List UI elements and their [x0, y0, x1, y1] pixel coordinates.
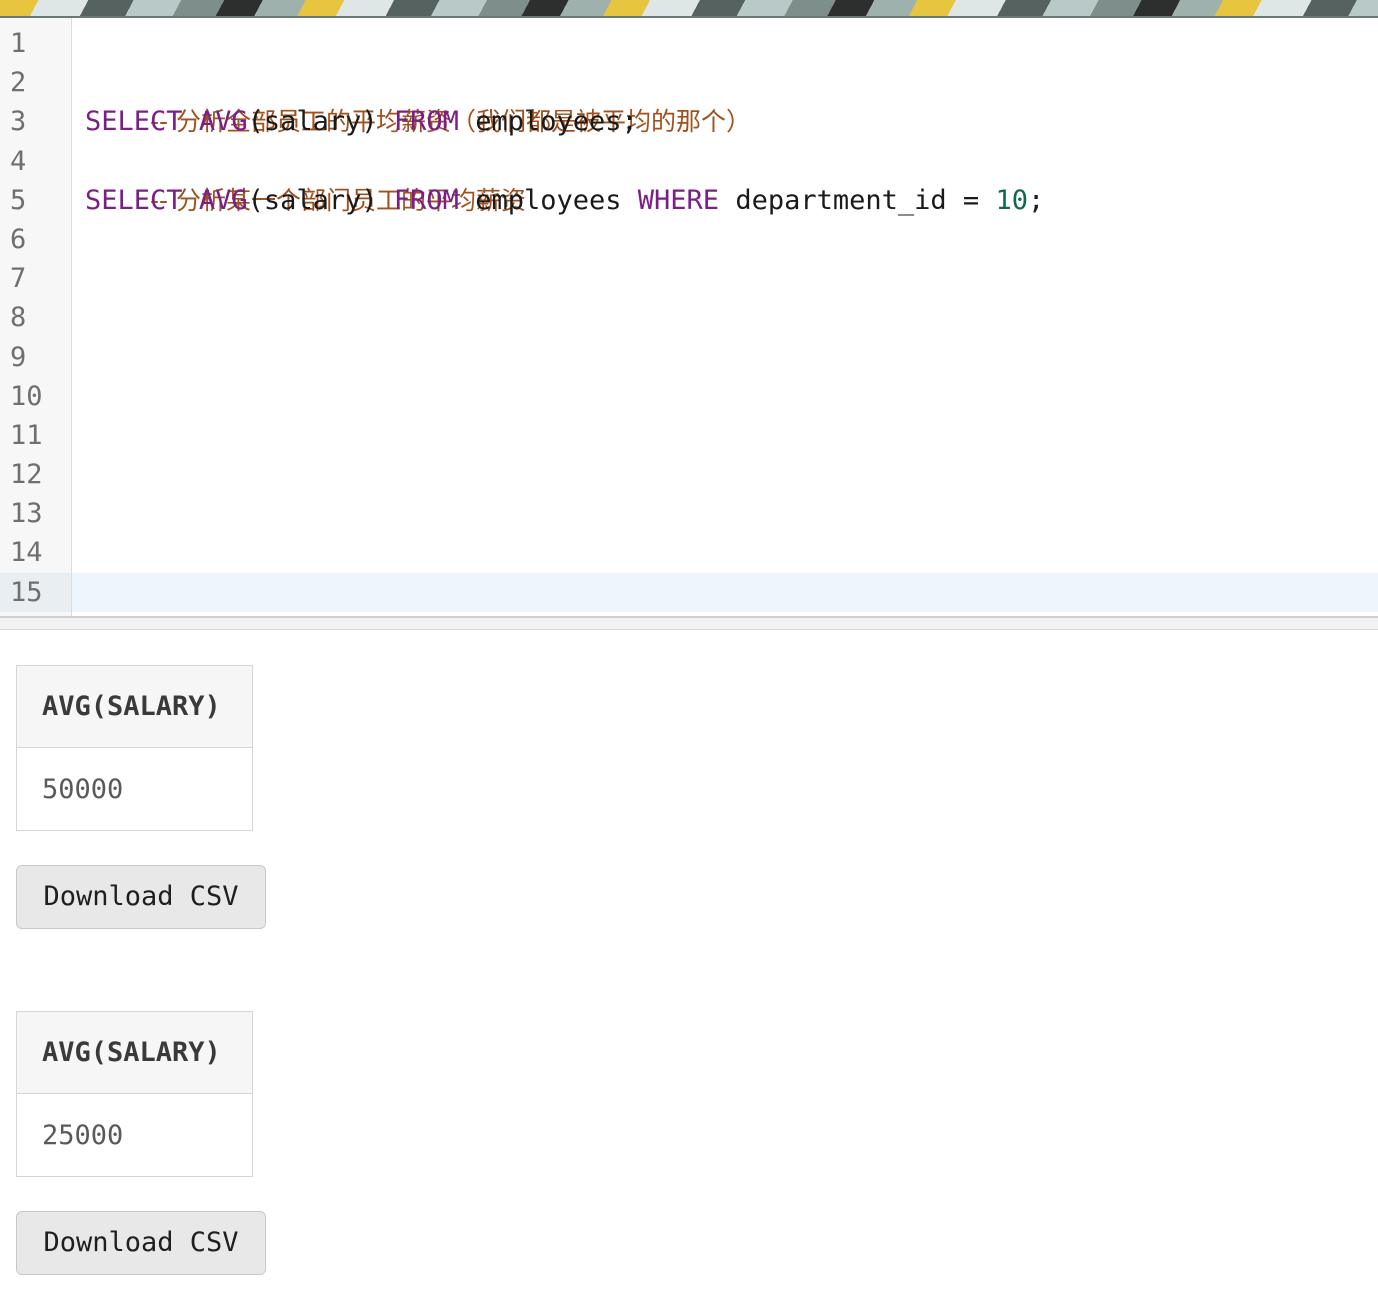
table-header-row: AVG(SALARY)	[16, 1011, 253, 1094]
line-number: 5	[10, 185, 27, 216]
result-table: AVG(SALARY) 50000	[16, 665, 253, 831]
table-row: 50000	[16, 747, 253, 831]
line-number: 2	[10, 67, 27, 98]
result-table: AVG(SALARY) 25000	[16, 1011, 253, 1177]
line-number: 7	[10, 263, 27, 294]
table-cell: 25000	[16, 1093, 253, 1177]
code-line-4[interactable]: -- 分析某一个部门员工的平均薪资	[85, 142, 526, 215]
table-row: 25000	[16, 1093, 253, 1177]
code-line-5[interactable]: SELECT AVG(salary) FROM employees WHERE …	[85, 181, 1044, 220]
download-csv-button[interactable]: Download CSV	[16, 865, 266, 929]
table-header-row: AVG(SALARY)	[16, 665, 253, 748]
line-number: 10	[10, 381, 43, 412]
line-number: 8	[10, 302, 27, 333]
line-number: 6	[10, 224, 27, 255]
sql-keyword-where: WHERE	[637, 185, 720, 216]
line-number: 12	[10, 459, 43, 490]
result-set-1: AVG(SALARY) 50000 Download CSV	[16, 665, 266, 929]
line-number: 14	[10, 537, 43, 568]
line-number: 11	[10, 420, 43, 451]
sql-keyword-select: SELECT	[85, 185, 183, 216]
column-header: AVG(SALARY)	[16, 665, 253, 748]
column-header: AVG(SALARY)	[16, 1011, 253, 1094]
line-number: 1	[10, 28, 27, 59]
sql-function-avg: AVG	[198, 106, 248, 137]
sql-table-name: employees	[475, 185, 622, 216]
table-cell: 50000	[16, 747, 253, 831]
download-csv-button[interactable]: Download CSV	[16, 1211, 266, 1275]
line-number: 3	[10, 106, 27, 137]
sql-keyword-from: FROM	[393, 185, 459, 216]
line-number: 9	[10, 342, 27, 373]
sql-keyword-from: FROM	[393, 106, 459, 137]
code-line-2[interactable]: -- 分析全部员工的平均薪资（我们都是被平均的那个）	[85, 63, 751, 136]
sql-terminator: ;	[1027, 185, 1045, 216]
sql-args: (salary)	[247, 185, 378, 216]
decorative-banner	[0, 0, 1378, 16]
sql-condition: department_id =	[735, 185, 980, 216]
sql-function-avg: AVG	[198, 185, 248, 216]
pane-splitter-handle[interactable]	[0, 616, 1378, 630]
line-number-active: 15	[10, 577, 43, 608]
sql-args: (salary)	[247, 106, 378, 137]
sql-editor[interactable]: 1 2 3 4 5 6 7 8 9 10 11 12 13 14 15 -- 分…	[0, 18, 1378, 616]
code-line-3[interactable]: SELECT AVG(salary) FROM employees;	[85, 102, 638, 141]
active-line-highlight	[72, 573, 1378, 612]
result-set-2: AVG(SALARY) 25000 Download CSV	[16, 1011, 266, 1275]
line-number: 4	[10, 146, 27, 177]
sql-number-literal: 10	[995, 185, 1028, 216]
line-number: 13	[10, 498, 43, 529]
sql-table-name: employees;	[475, 106, 638, 137]
sql-keyword-select: SELECT	[85, 106, 183, 137]
